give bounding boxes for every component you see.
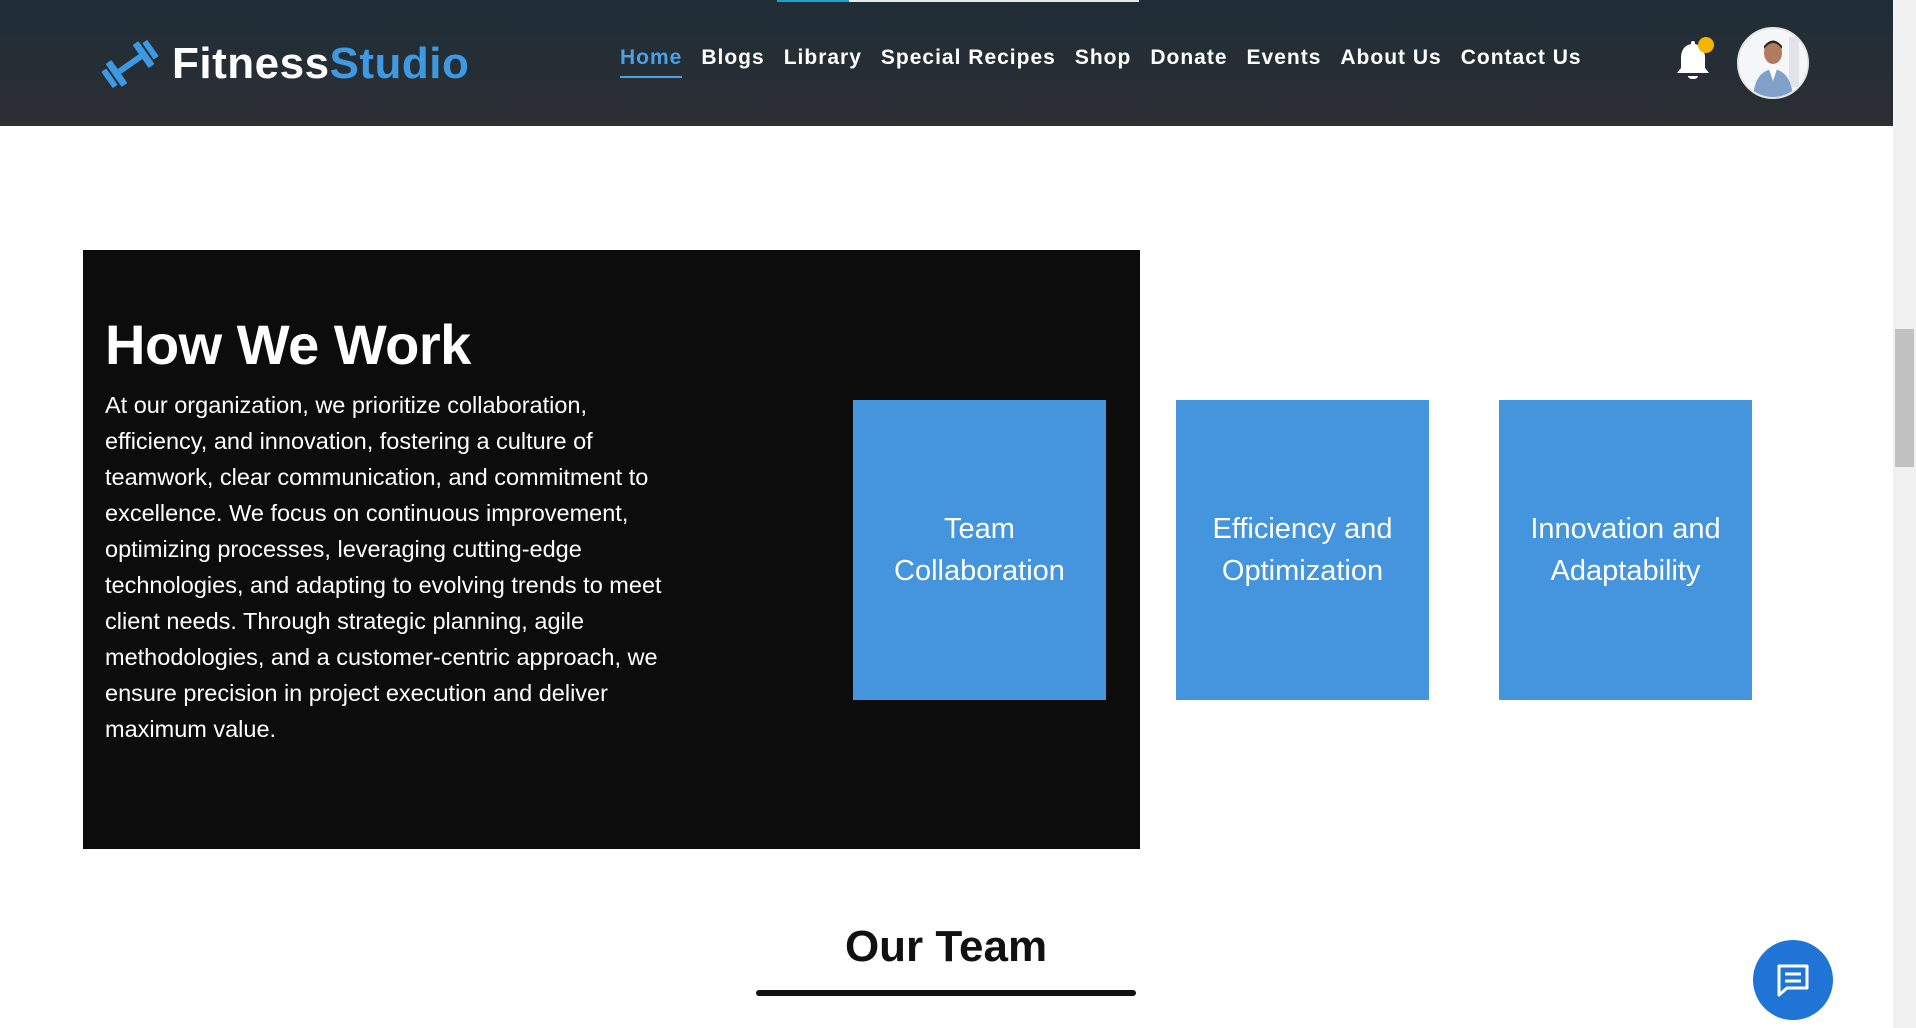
chat-button[interactable] xyxy=(1753,940,1833,1020)
nav-item-blogs[interactable]: Blogs xyxy=(701,46,764,78)
brand-name-part2: Studio xyxy=(329,39,470,88)
how-we-work-title: How We Work xyxy=(105,313,471,376)
user-avatar[interactable] xyxy=(1737,27,1809,99)
card-team-collaboration[interactable]: Team Collaboration xyxy=(853,400,1106,700)
card-label: Innovation and Adaptability xyxy=(1530,513,1721,587)
card-innovation-adaptability[interactable]: Innovation and Adaptability xyxy=(1499,400,1752,700)
chat-bubble-icon xyxy=(1777,964,1809,997)
title-underline xyxy=(756,990,1136,996)
nav-item-contact-us[interactable]: Contact Us xyxy=(1461,46,1582,78)
site-logo[interactable]: FitnessStudio xyxy=(98,36,469,92)
brand-name: FitnessStudio xyxy=(172,42,469,86)
nav-item-about-us[interactable]: About Us xyxy=(1340,46,1441,78)
scrollbar-thumb[interactable] xyxy=(1895,329,1914,467)
nav-item-events[interactable]: Events xyxy=(1247,46,1322,78)
card-label: Efficiency and Optimization xyxy=(1212,513,1393,587)
scroll-progress-fill xyxy=(777,0,849,2)
notification-badge xyxy=(1698,37,1714,53)
brand-name-part1: Fitness xyxy=(172,39,330,88)
main-nav: Home Blogs Library Special Recipes Shop … xyxy=(620,46,1601,78)
nav-item-home[interactable]: Home xyxy=(620,46,683,78)
nav-item-library[interactable]: Library xyxy=(784,46,862,78)
nav-item-donate[interactable]: Donate xyxy=(1150,46,1227,78)
nav-item-special-recipes[interactable]: Special Recipes xyxy=(881,46,1056,78)
dumbbell-icon xyxy=(101,40,159,88)
nav-item-shop[interactable]: Shop xyxy=(1075,46,1132,78)
card-efficiency-optimization[interactable]: Efficiency and Optimization xyxy=(1176,400,1429,700)
how-we-work-description: At our organization, we prioritize colla… xyxy=(105,392,662,742)
avatar-image xyxy=(1739,29,1807,97)
our-team-title: Our Team xyxy=(844,922,1048,971)
page-scrollbar[interactable] xyxy=(1893,0,1916,1028)
card-label: Team Collaboration xyxy=(894,513,1065,587)
